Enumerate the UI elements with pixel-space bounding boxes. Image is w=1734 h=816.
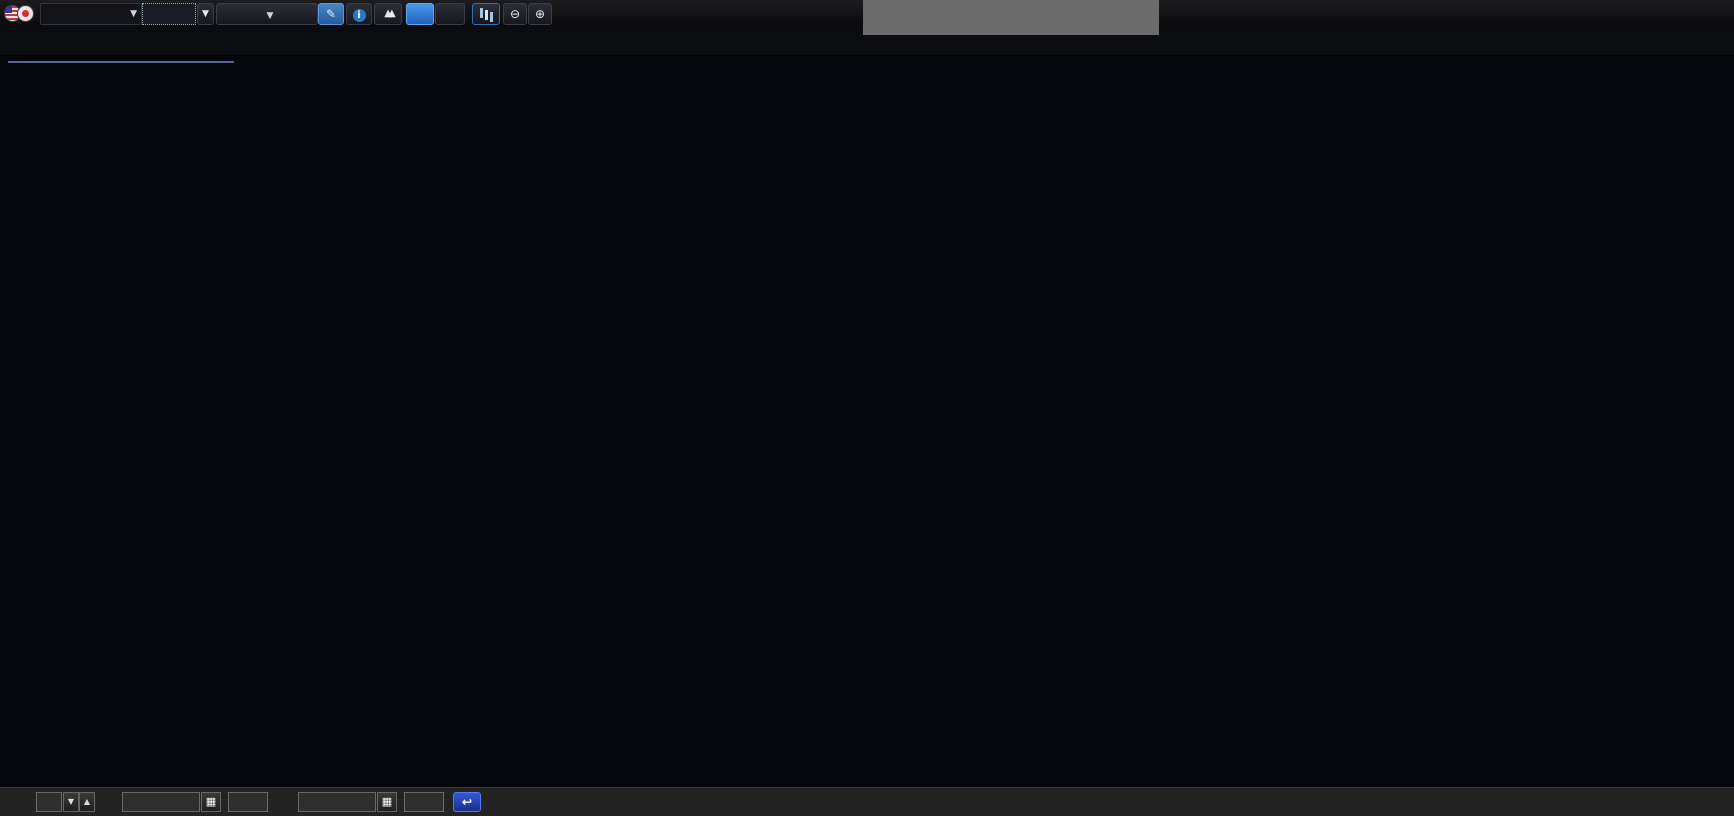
- area-chart-icon: ▲▲: [384, 8, 396, 19]
- zoom-out-icon: ⊖: [509, 7, 521, 21]
- technical-select-button[interactable]: ▼: [216, 3, 318, 25]
- jp-flag-icon: [17, 5, 34, 22]
- timeframe-select[interactable]: [142, 3, 196, 25]
- info-button[interactable]: i: [346, 3, 372, 25]
- revert-button[interactable]: ↩: [453, 792, 481, 812]
- vertical-zoom-in-button[interactable]: ⊕: [528, 3, 552, 25]
- info-icon: i: [352, 9, 366, 22]
- zoom-in-icon: ⊕: [534, 7, 546, 21]
- calendar-from-icon[interactable]: ▦: [201, 792, 221, 812]
- count-increase-button[interactable]: ▲: [79, 792, 95, 812]
- pencil-icon: ✎: [325, 7, 337, 21]
- time-to-input[interactable]: [404, 792, 444, 812]
- draw-mode-button[interactable]: ✎: [318, 3, 344, 25]
- chart-canvas[interactable]: [0, 0, 1734, 815]
- instrument-flags-icon: [4, 3, 34, 23]
- candlestick-icon: [484, 9, 488, 20]
- chevron-down-icon: ▼: [266, 11, 274, 21]
- count-decrease-button[interactable]: ▼: [63, 792, 79, 812]
- ask-button[interactable]: [435, 3, 465, 25]
- time-from-input[interactable]: [228, 792, 268, 812]
- bars-count-input[interactable]: [36, 792, 62, 812]
- vertical-zoom-out-button[interactable]: ⊖: [503, 3, 527, 25]
- bar-zoom-button[interactable]: [472, 3, 500, 25]
- chevron-down-icon: ▼: [130, 9, 137, 19]
- bid-button[interactable]: [406, 3, 434, 25]
- chart-type-button[interactable]: ▲▲: [374, 3, 402, 25]
- timeframe-dropdown-button[interactable]: ▼: [197, 3, 214, 25]
- date-to-input[interactable]: [298, 792, 376, 812]
- bottom-toolbar: ▼ ▲ ▦ ▦ ↩: [0, 787, 1734, 816]
- calendar-to-icon[interactable]: ▦: [377, 792, 397, 812]
- daily-inset-title-box: [863, 0, 1159, 35]
- instrument-select[interactable]: ▼: [40, 3, 142, 25]
- date-from-input[interactable]: [122, 792, 200, 812]
- info-panel[interactable]: [8, 61, 234, 63]
